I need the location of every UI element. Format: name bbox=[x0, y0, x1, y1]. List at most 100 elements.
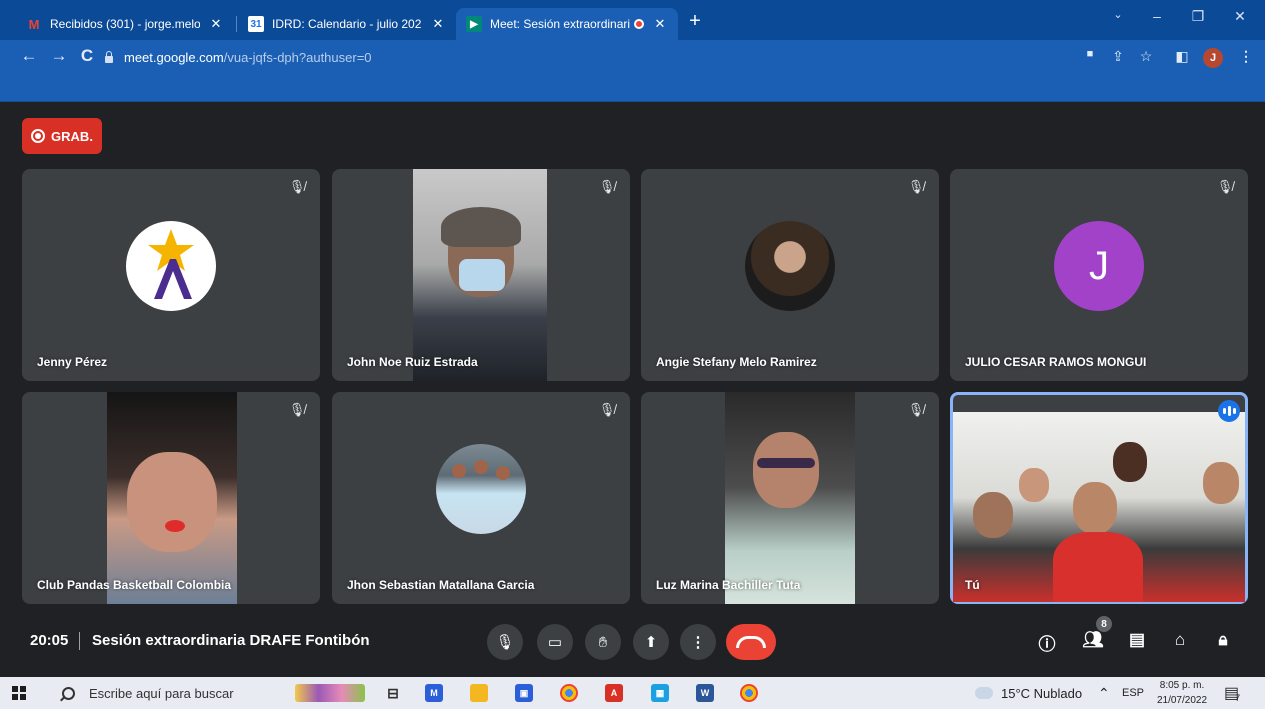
chat-icon[interactable]: ▤ bbox=[1125, 630, 1149, 650]
menu-kebab-icon[interactable]: ⋮ bbox=[1236, 48, 1256, 65]
weather-text: 15°C Nublado bbox=[1001, 685, 1083, 701]
windows-start-icon[interactable] bbox=[12, 686, 26, 700]
meet-icon: ▶ bbox=[466, 16, 482, 32]
participant-tile[interactable]: 🎙︎̸ Club Pandas Basketball Colombia bbox=[22, 392, 320, 604]
recording-label: GRAB. bbox=[51, 128, 93, 144]
microphone-button[interactable]: 🎙︎ bbox=[487, 624, 523, 660]
meeting-controls-bar: 20:05 Sesión extraordinaria DRAFE Fontib… bbox=[0, 612, 1265, 672]
calculator-icon[interactable]: ▦ bbox=[651, 684, 669, 702]
participant-tile-self[interactable]: Tú bbox=[950, 392, 1248, 604]
participant-tile[interactable]: 🎙︎̸ Jenny Pérez bbox=[22, 169, 320, 381]
more-options-button[interactable]: ⋮ bbox=[680, 624, 716, 660]
tab-search-icon[interactable]: ⌄ bbox=[1106, 8, 1130, 21]
browser-toolbar: ← → C meet.google.com/vua-jqfs-dph?authu… bbox=[0, 40, 1265, 74]
url-path: /vua-jqfs-dph?authuser=0 bbox=[223, 49, 372, 65]
participant-tile[interactable]: 🎙︎̸ Angie Stefany Melo Ramirez bbox=[641, 169, 939, 381]
bookmark-star-icon[interactable]: ☆ bbox=[1136, 48, 1156, 65]
mic-off-icon: 🎙︎̸ bbox=[598, 179, 616, 194]
notification-center-icon[interactable]: ▤ 7 bbox=[1224, 677, 1240, 709]
camera-in-use-icon[interactable]: ■ bbox=[1080, 48, 1100, 60]
participant-tile[interactable]: 🎙︎̸ Luz Marina Bachiller Tuta bbox=[641, 392, 939, 604]
divider bbox=[79, 632, 80, 650]
participant-name: John Noe Ruiz Estrada bbox=[347, 355, 478, 369]
forward-icon[interactable]: → bbox=[48, 46, 70, 66]
mic-off-icon: 🎙︎̸ bbox=[288, 402, 306, 417]
participant-name: Jhon Sebastian Matallana Garcia bbox=[347, 578, 535, 592]
participant-name: JULIO CESAR RAMOS MONGUI bbox=[965, 355, 1147, 369]
activities-icon[interactable]: ⌂ bbox=[1168, 630, 1192, 650]
participant-name: Luz Marina Bachiller Tuta bbox=[656, 578, 801, 592]
restore-icon[interactable]: ❐ bbox=[1186, 8, 1210, 25]
reload-icon[interactable]: C bbox=[76, 46, 98, 66]
news-widget-icon[interactable] bbox=[295, 684, 365, 702]
camera-button[interactable]: ▭ bbox=[537, 624, 573, 660]
close-tab-icon[interactable]: ✕ bbox=[208, 16, 224, 32]
participant-tile[interactable]: 🎙︎̸ J JULIO CESAR RAMOS MONGUI bbox=[950, 169, 1248, 381]
raise-hand-button[interactable]: ✋︎ bbox=[585, 624, 621, 660]
tab-calendar[interactable]: 31 IDRD: Calendario - julio 2022 ✕ bbox=[238, 8, 456, 40]
profile-avatar[interactable]: J bbox=[1203, 48, 1223, 68]
bookmark-bar bbox=[0, 74, 1265, 102]
participant-name: Jenny Pérez bbox=[37, 355, 108, 369]
host-controls-icon[interactable]: 🔒︎ bbox=[1211, 630, 1235, 650]
record-icon bbox=[31, 129, 46, 143]
microphone-icon: 🎙︎ bbox=[495, 634, 515, 651]
tray-date[interactable]: 21/07/2022 bbox=[1150, 695, 1214, 706]
present-icon: ⬆ bbox=[644, 634, 658, 651]
tab-meet[interactable]: ▶ Meet: Sesión extraordinaria | ✕ bbox=[456, 8, 678, 40]
tab-title: IDRD: Calendario - julio 2022 bbox=[272, 17, 422, 31]
file-explorer-icon[interactable] bbox=[470, 684, 488, 702]
hand-icon: ✋︎ bbox=[598, 633, 608, 651]
participant-count-badge: 8 bbox=[1096, 616, 1112, 632]
face-mask bbox=[459, 259, 505, 291]
close-tab-icon[interactable]: ✕ bbox=[430, 16, 446, 32]
word-icon[interactable]: W bbox=[696, 684, 714, 702]
address-bar[interactable]: meet.google.com/vua-jqfs-dph?authuser=0 bbox=[104, 45, 944, 69]
tab-title: Meet: Sesión extraordinaria | bbox=[490, 17, 630, 31]
glasses bbox=[757, 458, 815, 468]
person-face bbox=[127, 452, 217, 552]
recording-badge[interactable]: GRAB. bbox=[22, 118, 102, 154]
chrome-icon[interactable] bbox=[560, 684, 578, 702]
self-video bbox=[953, 412, 1245, 602]
app-icon[interactable]: M bbox=[425, 684, 443, 702]
close-window-icon[interactable]: ✕ bbox=[1228, 8, 1252, 25]
person-hair bbox=[441, 207, 521, 247]
person-face bbox=[753, 432, 819, 508]
more-vert-icon: ⋮ bbox=[690, 634, 706, 651]
camera-icon: ▭ bbox=[547, 634, 563, 651]
chrome-profile-icon[interactable] bbox=[740, 684, 758, 702]
present-screen-button[interactable]: ⬆ bbox=[633, 624, 669, 660]
tab-gmail[interactable]: M Recibidos (301) - jorge.melo@id ✕ bbox=[16, 8, 234, 40]
side-panel-icon[interactable]: ◧ bbox=[1172, 48, 1192, 65]
participant-tile[interactable]: 🎙︎̸ Jhon Sebastian Matallana Garcia bbox=[332, 392, 630, 604]
meeting-details-icon[interactable]: ⓘ bbox=[1035, 630, 1059, 655]
store-icon[interactable]: ▣ bbox=[515, 684, 533, 702]
idrd-logo-icon bbox=[148, 229, 194, 299]
tray-time[interactable]: 8:05 p. m. bbox=[1150, 680, 1214, 691]
tray-chevron-icon[interactable]: ⌃ bbox=[1098, 677, 1110, 709]
taskbar-search[interactable]: Escribe aquí para buscar bbox=[48, 677, 278, 709]
participant-tile[interactable]: 🎙︎̸ John Noe Ruiz Estrada bbox=[332, 169, 630, 381]
notification-count: 7 bbox=[1235, 693, 1241, 703]
windows-taskbar: Escribe aquí para buscar ⊟ M ▣ A ▦ W 15°… bbox=[0, 677, 1265, 709]
input-language[interactable]: ESP bbox=[1122, 677, 1144, 709]
lock-icon bbox=[104, 51, 114, 63]
meeting-clock: 20:05 bbox=[30, 632, 69, 649]
search-placeholder: Escribe aquí para buscar bbox=[89, 685, 234, 701]
initial-avatar: J bbox=[1054, 221, 1144, 311]
tab-separator bbox=[236, 16, 237, 32]
close-tab-icon[interactable]: ✕ bbox=[652, 16, 668, 32]
minimize-icon[interactable]: – bbox=[1145, 8, 1169, 24]
acrobat-icon[interactable]: A bbox=[605, 684, 623, 702]
new-tab-button[interactable]: + bbox=[683, 10, 707, 33]
mic-off-icon: 🎙︎̸ bbox=[598, 402, 616, 417]
leave-call-button[interactable] bbox=[726, 624, 776, 660]
share-icon[interactable]: ⇪ bbox=[1108, 48, 1128, 65]
gmail-icon: M bbox=[28, 16, 40, 32]
task-view-icon[interactable]: ⊟ bbox=[384, 684, 402, 702]
tab-title: Recibidos (301) - jorge.melo@id bbox=[50, 17, 200, 31]
people-icon[interactable]: 👥︎ bbox=[1081, 630, 1105, 650]
back-icon[interactable]: ← bbox=[18, 46, 40, 66]
weather-widget[interactable]: 15°C Nublado bbox=[975, 677, 1082, 709]
